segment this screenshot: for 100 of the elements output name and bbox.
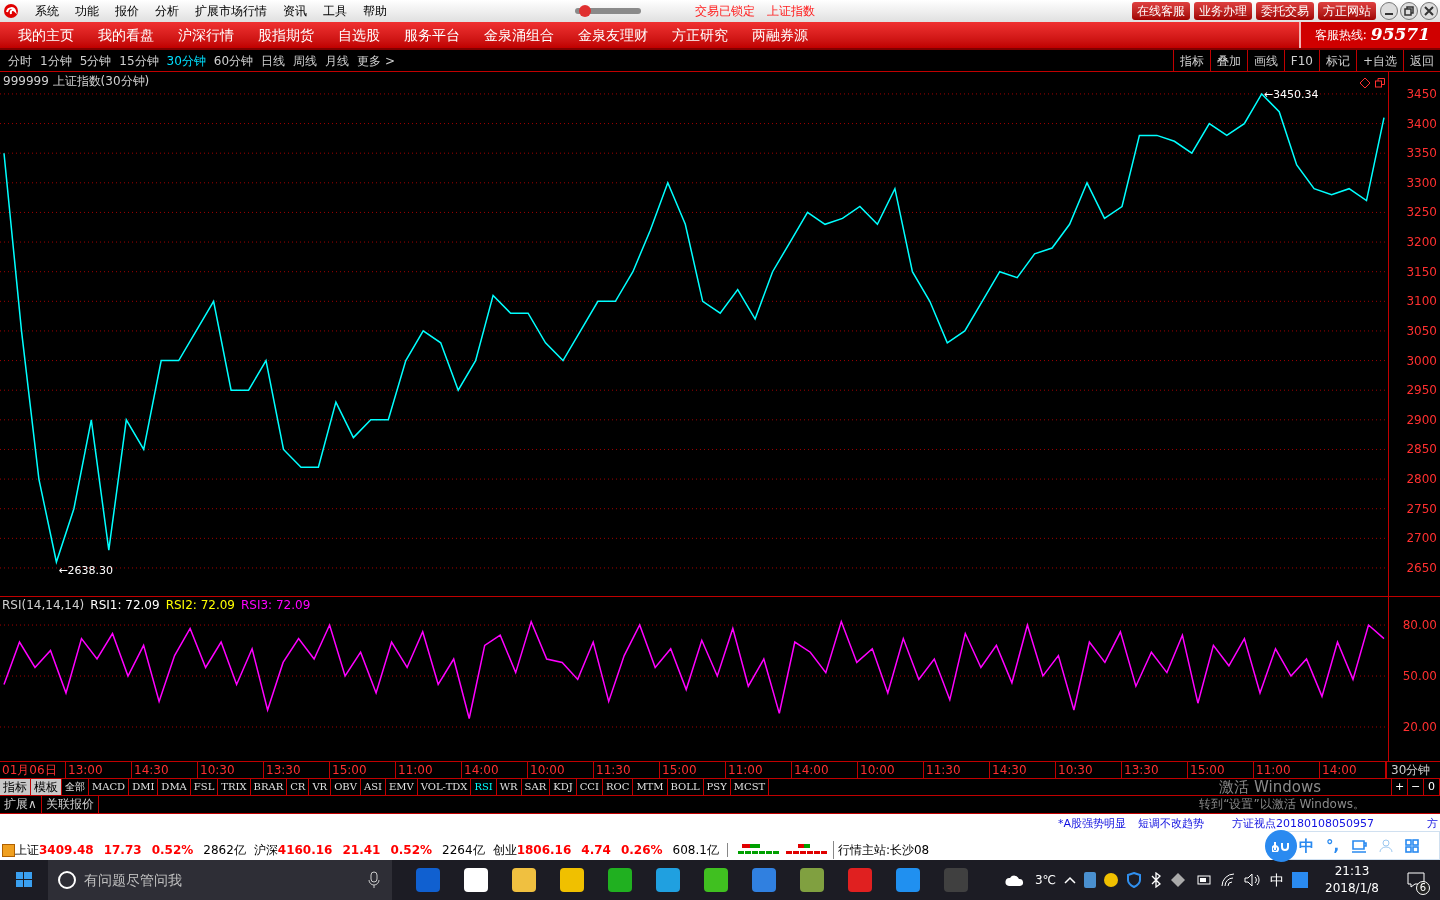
toolbar-button[interactable]: +自选 bbox=[1355, 50, 1403, 71]
wifi-icon[interactable] bbox=[1220, 873, 1236, 887]
zoom-button[interactable]: 0 bbox=[1424, 779, 1440, 795]
nav-item[interactable]: 金泉友理财 bbox=[570, 24, 656, 46]
indicator-tab[interactable]: 模板 bbox=[31, 779, 62, 795]
toolbar-button[interactable]: 叠加 bbox=[1209, 50, 1247, 71]
indicator-tab[interactable]: SAR bbox=[521, 779, 551, 795]
indicator-tab[interactable]: 全部 bbox=[62, 779, 89, 795]
indicator-tab[interactable]: MCST bbox=[730, 779, 770, 795]
index-percent: 0.26% bbox=[620, 842, 663, 859]
news-headline[interactable]: *A股强势明显 bbox=[1058, 817, 1127, 830]
period-tab[interactable]: 1分钟 bbox=[36, 51, 76, 70]
search-input[interactable]: 有问题尽管问我 bbox=[84, 869, 368, 891]
menu-item[interactable]: 资讯 bbox=[275, 2, 315, 20]
clock[interactable]: 21:13 2018/1/8 bbox=[1316, 863, 1388, 897]
index-percent: 0.52% bbox=[390, 842, 433, 859]
zoom-button[interactable]: − bbox=[1408, 779, 1424, 795]
extra-tab[interactable]: 扩展∧ bbox=[0, 796, 42, 813]
indicator-tab[interactable]: CCI bbox=[576, 779, 603, 795]
axis-label: 3000 bbox=[1406, 354, 1437, 367]
period-tab[interactable]: 日线 bbox=[257, 51, 290, 70]
restore-icon[interactable] bbox=[1400, 2, 1418, 20]
extra-tab[interactable]: 关联报价 bbox=[41, 796, 99, 813]
battery-icon[interactable] bbox=[1194, 874, 1212, 886]
news-headline[interactable]: 方 bbox=[1427, 817, 1438, 830]
indicator-tab[interactable]: FSL bbox=[190, 779, 219, 795]
period-tab[interactable]: 15分钟 bbox=[115, 51, 163, 70]
close-icon[interactable] bbox=[1420, 2, 1438, 20]
zoom-button[interactable]: + bbox=[1392, 779, 1408, 795]
indicator-tab[interactable]: ROC bbox=[603, 779, 634, 795]
period-tab[interactable]: 5分钟 bbox=[75, 51, 116, 70]
nav-item[interactable]: 自选股 bbox=[330, 24, 388, 46]
indicator-tab[interactable]: MTM bbox=[633, 779, 668, 795]
indicator-tab[interactable]: 指标 bbox=[0, 779, 31, 795]
toolbar-button[interactable]: 指标 bbox=[1172, 50, 1210, 71]
header-button[interactable]: 业务办理 bbox=[1194, 2, 1252, 20]
indicator-tab[interactable]: VR bbox=[309, 779, 332, 795]
indicator-tab[interactable]: RSI bbox=[471, 779, 497, 795]
indicator-tab[interactable]: KDJ bbox=[550, 779, 577, 795]
indicator-tab[interactable]: DMI bbox=[129, 779, 159, 795]
toolbar-button[interactable]: 画线 bbox=[1246, 50, 1284, 71]
ime-option[interactable]: 中 bbox=[1299, 835, 1314, 856]
nav-item[interactable]: 股指期货 bbox=[250, 24, 322, 46]
input-method[interactable]: 中 bbox=[1270, 869, 1284, 891]
period-tab[interactable]: 周线 bbox=[289, 51, 322, 70]
indicator-tab[interactable]: ASI bbox=[360, 779, 386, 795]
indicator-tab[interactable]: BOLL bbox=[667, 779, 704, 795]
indicator-tab[interactable]: DMA bbox=[158, 779, 191, 795]
news-headline[interactable]: 方证视点20180108050957 bbox=[1232, 817, 1374, 830]
slider-thumb[interactable] bbox=[579, 5, 592, 17]
restore-icon[interactable] bbox=[1375, 78, 1385, 88]
axis-label: 2800 bbox=[1406, 473, 1437, 486]
period-tab[interactable]: 30分钟 bbox=[162, 51, 210, 70]
period-tab[interactable]: 60分钟 bbox=[209, 51, 258, 70]
toolbar-button[interactable]: F10 bbox=[1283, 50, 1319, 71]
menu-item[interactable]: 扩展市场行情 bbox=[187, 2, 275, 20]
menu-item[interactable]: 报价 bbox=[107, 2, 147, 20]
indicator-tab[interactable]: OBV bbox=[331, 779, 361, 795]
indicator-tab[interactable]: EMV bbox=[385, 779, 418, 795]
menu-item[interactable]: 功能 bbox=[67, 2, 107, 20]
slider-track[interactable] bbox=[575, 8, 641, 14]
indicator-tab[interactable]: PSY bbox=[703, 779, 731, 795]
nav-item[interactable]: 金泉涌组合 bbox=[476, 24, 562, 46]
nav-item[interactable]: 我的看盘 bbox=[90, 24, 162, 46]
search-bar[interactable]: 有问题尽管问我 bbox=[48, 860, 392, 900]
menu-item[interactable]: 分析 bbox=[147, 2, 187, 20]
nav-item[interactable]: 服务平台 bbox=[396, 24, 468, 46]
nav-item[interactable]: 我的主页 bbox=[10, 24, 82, 46]
nav-item[interactable]: 两融券源 bbox=[744, 24, 816, 46]
indicator-tab[interactable]: WR bbox=[496, 779, 522, 795]
chevron-up-icon[interactable] bbox=[1064, 876, 1076, 884]
news-headline[interactable]: 短调不改趋势 bbox=[1138, 817, 1205, 830]
shield-icon[interactable] bbox=[1126, 872, 1142, 888]
diamond-icon[interactable] bbox=[1170, 872, 1186, 888]
nav-item[interactable]: 方正研究 bbox=[664, 24, 736, 46]
more-link[interactable]: 更多 > bbox=[353, 51, 399, 70]
header-button[interactable]: 委托交易 bbox=[1256, 2, 1314, 20]
indicator-tab[interactable]: TRIX bbox=[218, 779, 251, 795]
period-tab[interactable]: 分时 bbox=[4, 51, 36, 70]
header-button[interactable]: 在线客服 bbox=[1132, 2, 1190, 20]
grid-icon[interactable] bbox=[1405, 838, 1420, 853]
indicator-tab[interactable]: CR bbox=[287, 779, 310, 795]
minimize-icon[interactable] bbox=[1380, 2, 1398, 20]
nav-item[interactable]: 沪深行情 bbox=[170, 24, 242, 46]
indicator-tab[interactable]: MACD bbox=[89, 779, 130, 795]
menu-item[interactable]: 帮助 bbox=[355, 2, 395, 20]
extreme-label: ←3450.34 bbox=[1263, 87, 1319, 101]
bluetooth-icon[interactable] bbox=[1150, 872, 1162, 888]
ime-option[interactable]: °, bbox=[1326, 835, 1340, 856]
indicator-tab[interactable]: VOL-TDX bbox=[417, 779, 472, 795]
toolbar-button[interactable]: 标记 bbox=[1318, 50, 1356, 71]
speaker-icon[interactable] bbox=[1244, 873, 1262, 887]
microphone-icon[interactable] bbox=[368, 871, 380, 889]
menu-item[interactable]: 系统 bbox=[27, 2, 67, 20]
header-button[interactable]: 方正网站 bbox=[1318, 2, 1376, 20]
diamond-icon[interactable] bbox=[1360, 78, 1370, 88]
indicator-tab[interactable]: BRAR bbox=[250, 779, 288, 795]
menu-item[interactable]: 工具 bbox=[315, 2, 355, 20]
toolbar-button[interactable]: 返回 bbox=[1403, 50, 1440, 71]
period-tab[interactable]: 月线 bbox=[321, 51, 354, 70]
